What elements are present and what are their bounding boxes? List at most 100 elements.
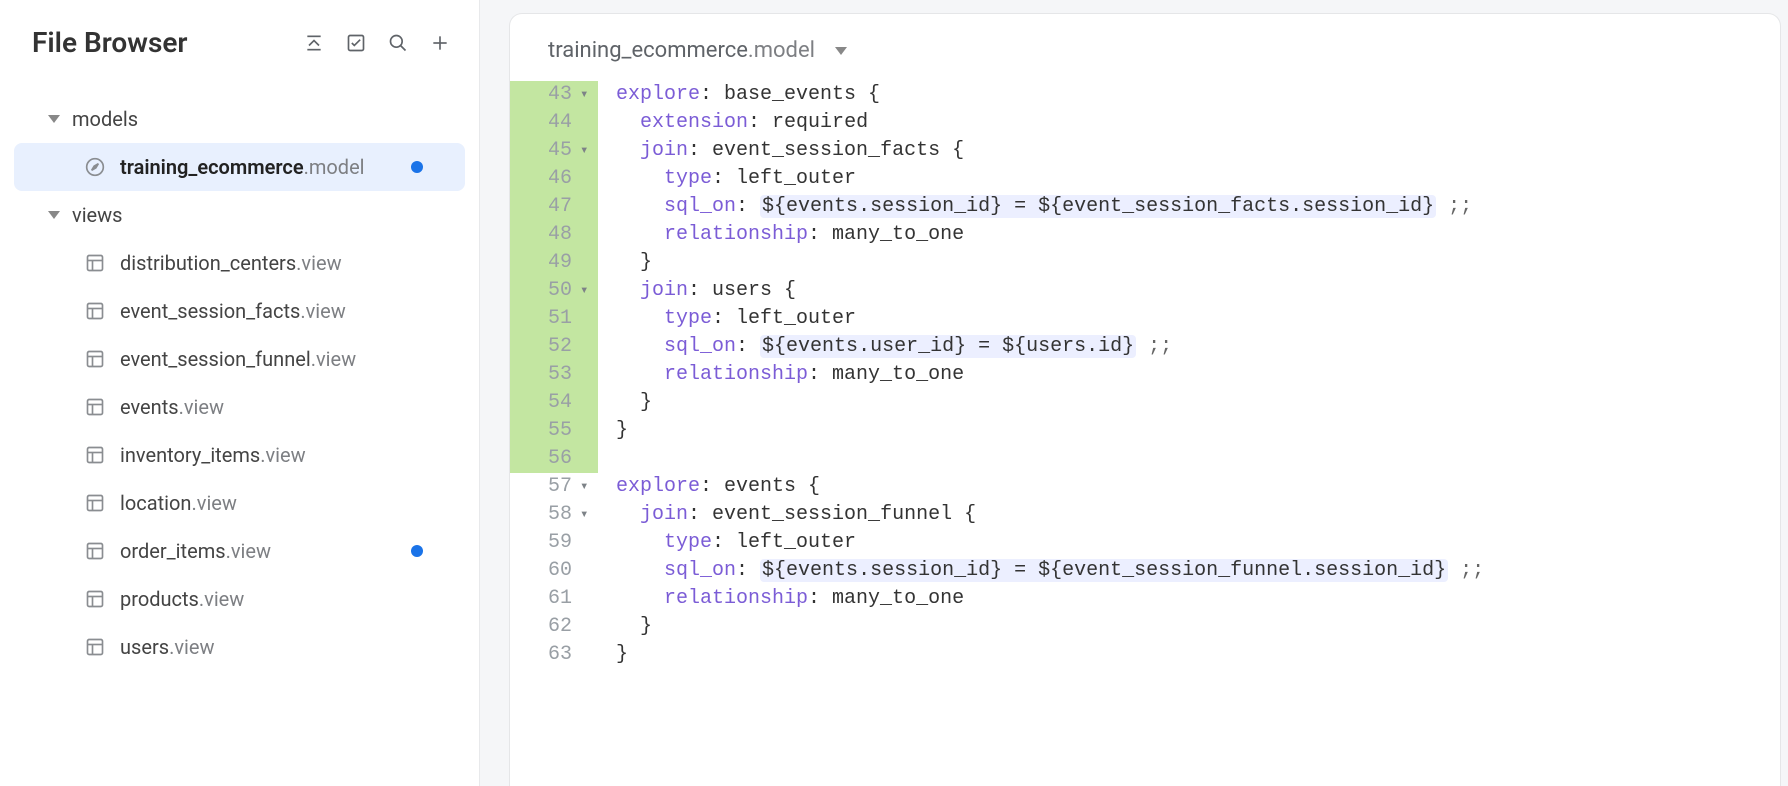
file-row[interactable]: event_session_facts.view <box>14 287 465 335</box>
gutter: 43▾ <box>510 81 598 109</box>
search-icon[interactable] <box>387 32 409 54</box>
tab-dropdown-icon[interactable] <box>835 47 847 55</box>
code-text: sql_on: ${events.session_id} = ${event_s… <box>598 193 1780 221</box>
gutter: 47 <box>510 193 598 221</box>
fold-marker-icon <box>580 417 598 445</box>
code-line[interactable]: 61 relationship: many_to_one <box>510 585 1780 613</box>
file-row[interactable]: event_session_funnel.view <box>14 335 465 383</box>
gutter: 58▾ <box>510 501 598 529</box>
code-text: join: event_session_facts { <box>598 137 1780 165</box>
file-row[interactable]: events.view <box>14 383 465 431</box>
file-row[interactable]: users.view <box>14 623 465 671</box>
file-name: users.view <box>120 635 215 659</box>
fold-marker-icon[interactable]: ▾ <box>580 473 598 501</box>
file-browser-sidebar: File Browser models training_ecommerce.mo… <box>0 0 480 786</box>
gutter: 62 <box>510 613 598 641</box>
line-number: 59 <box>510 529 580 557</box>
folder-label: models <box>72 107 138 131</box>
code-line[interactable]: 45▾ join: event_session_facts { <box>510 137 1780 165</box>
code-line[interactable]: 54 } <box>510 389 1780 417</box>
editor-tab-bar: training_ecommerce.model <box>510 14 1780 81</box>
code-text: sql_on: ${events.user_id} = ${users.id} … <box>598 333 1780 361</box>
tab-main-name: training_ecommerce <box>548 38 748 63</box>
file-row[interactable]: products.view <box>14 575 465 623</box>
gutter: 57▾ <box>510 473 598 501</box>
code-line[interactable]: 55} <box>510 417 1780 445</box>
editor-tab[interactable]: training_ecommerce.model <box>548 38 815 63</box>
code-text: } <box>598 641 1780 669</box>
code-text: relationship: many_to_one <box>598 221 1780 249</box>
file-name: location.view <box>120 491 237 515</box>
checklist-icon[interactable] <box>345 32 367 54</box>
file-row[interactable]: inventory_items.view <box>14 431 465 479</box>
line-number: 60 <box>510 557 580 585</box>
code-line[interactable]: 62 } <box>510 613 1780 641</box>
fold-marker-icon[interactable]: ▾ <box>580 501 598 529</box>
file-row[interactable]: training_ecommerce.model <box>14 143 465 191</box>
code-line[interactable]: 52 sql_on: ${events.user_id} = ${users.i… <box>510 333 1780 361</box>
fold-marker-icon <box>580 389 598 417</box>
code-line[interactable]: 53 relationship: many_to_one <box>510 361 1780 389</box>
sidebar-actions <box>303 32 451 54</box>
code-line[interactable]: 51 type: left_outer <box>510 305 1780 333</box>
collapse-icon[interactable] <box>303 32 325 54</box>
fold-marker-icon[interactable]: ▾ <box>580 137 598 165</box>
fold-marker-icon[interactable]: ▾ <box>580 81 598 109</box>
code-line[interactable]: 50▾ join: users { <box>510 277 1780 305</box>
code-line[interactable]: 56 <box>510 445 1780 473</box>
code-line[interactable]: 58▾ join: event_session_funnel { <box>510 501 1780 529</box>
table-icon <box>84 444 106 466</box>
add-icon[interactable] <box>429 32 451 54</box>
code-line[interactable]: 57▾explore: events { <box>510 473 1780 501</box>
code-text: sql_on: ${events.session_id} = ${event_s… <box>598 557 1780 585</box>
code-line[interactable]: 49 } <box>510 249 1780 277</box>
file-row[interactable]: location.view <box>14 479 465 527</box>
table-icon <box>84 492 106 514</box>
line-number: 61 <box>510 585 580 613</box>
table-icon <box>84 300 106 322</box>
table-icon <box>84 540 106 562</box>
code-line[interactable]: 44 extension: required <box>510 109 1780 137</box>
fold-marker-icon <box>580 557 598 585</box>
code-editor[interactable]: 43▾explore: base_events {44 extension: r… <box>510 81 1780 786</box>
folder-row[interactable]: views <box>14 191 465 239</box>
fold-marker-icon <box>580 165 598 193</box>
file-row[interactable]: order_items.view <box>14 527 465 575</box>
folder-row[interactable]: models <box>14 95 465 143</box>
code-text: } <box>598 249 1780 277</box>
code-line[interactable]: 48 relationship: many_to_one <box>510 221 1780 249</box>
modified-dot-icon <box>411 161 423 173</box>
table-icon <box>84 252 106 274</box>
file-row[interactable]: distribution_centers.view <box>14 239 465 287</box>
sidebar-header: File Browser <box>0 26 479 77</box>
code-text: type: left_outer <box>598 165 1780 193</box>
code-line[interactable]: 63} <box>510 641 1780 669</box>
code-text: type: left_outer <box>598 529 1780 557</box>
line-number: 48 <box>510 221 580 249</box>
gutter: 59 <box>510 529 598 557</box>
code-line[interactable]: 60 sql_on: ${events.session_id} = ${even… <box>510 557 1780 585</box>
code-text: } <box>598 389 1780 417</box>
fold-marker-icon <box>580 445 598 473</box>
line-number: 51 <box>510 305 580 333</box>
file-name: event_session_facts.view <box>120 299 346 323</box>
sidebar-title: File Browser <box>32 26 303 59</box>
code-text <box>598 445 1780 473</box>
code-line[interactable]: 46 type: left_outer <box>510 165 1780 193</box>
line-number: 50 <box>510 277 580 305</box>
line-number: 43 <box>510 81 580 109</box>
line-number: 46 <box>510 165 580 193</box>
table-icon <box>84 588 106 610</box>
file-name: order_items.view <box>120 539 271 563</box>
code-line[interactable]: 43▾explore: base_events { <box>510 81 1780 109</box>
gutter: 55 <box>510 417 598 445</box>
fold-marker-icon[interactable]: ▾ <box>580 277 598 305</box>
file-name: inventory_items.view <box>120 443 306 467</box>
code-line[interactable]: 47 sql_on: ${events.session_id} = ${even… <box>510 193 1780 221</box>
code-line[interactable]: 59 type: left_outer <box>510 529 1780 557</box>
code-text: extension: required <box>598 109 1780 137</box>
fold-marker-icon <box>580 333 598 361</box>
fold-marker-icon <box>580 305 598 333</box>
table-icon <box>84 348 106 370</box>
gutter: 49 <box>510 249 598 277</box>
